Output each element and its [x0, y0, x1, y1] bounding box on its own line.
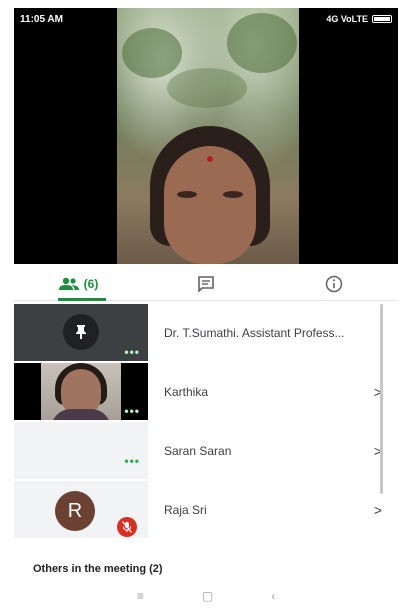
- info-icon: [325, 275, 343, 293]
- status-time: 11:05 AM: [20, 13, 63, 25]
- participant-row[interactable]: ••• Saran Saran >: [14, 422, 398, 479]
- battery-icon: [372, 15, 392, 23]
- participant-tile: •••: [14, 304, 148, 361]
- participant-row[interactable]: ••• Dr. T.Sumathi. Assistant Profess...: [14, 304, 398, 361]
- chat-icon: [198, 276, 214, 292]
- menu-icon[interactable]: ≡: [137, 589, 144, 603]
- home-icon[interactable]: ▢: [202, 589, 213, 603]
- participant-name: Saran Saran: [164, 443, 232, 458]
- more-options-icon[interactable]: •••: [124, 346, 140, 358]
- back-icon[interactable]: ‹: [271, 589, 275, 603]
- network-label: 4G VoLTE: [326, 14, 368, 24]
- main-video[interactable]: [14, 8, 398, 264]
- more-options-icon[interactable]: •••: [124, 455, 140, 467]
- tab-bar: (6): [14, 268, 398, 301]
- avatar: R: [55, 491, 95, 531]
- participant-video-thumbnail: [41, 363, 121, 420]
- others-heading: Others in the meeting (2): [33, 563, 163, 575]
- status-right: 4G VoLTE: [326, 14, 392, 24]
- tab-info[interactable]: [270, 268, 398, 300]
- participant-name: Raja Sri: [164, 502, 207, 517]
- pin-button[interactable]: [63, 314, 99, 350]
- participant-name: Karthika: [164, 384, 209, 399]
- pin-icon: [76, 325, 86, 339]
- participant-count: (6): [83, 277, 99, 291]
- system-nav-bar: ≡ ▢ ‹: [14, 585, 398, 607]
- tab-chat[interactable]: [142, 268, 270, 300]
- tab-people[interactable]: (6): [14, 268, 142, 301]
- scrollbar[interactable]: [380, 304, 383, 494]
- participant-name: Dr. T.Sumathi. Assistant Profess...: [164, 325, 345, 340]
- participant-tile: •••: [14, 363, 148, 420]
- speaker-video-feed: [117, 8, 299, 264]
- more-options-icon[interactable]: •••: [124, 405, 140, 417]
- status-bar: 11:05 AM 4G VoLTE: [14, 8, 398, 30]
- screen: 11:05 AM 4G VoLTE (6) ••• Dr. T.Sumathi.…: [0, 0, 406, 613]
- participant-tile: •••: [14, 422, 148, 479]
- mic-off-icon: [117, 517, 137, 537]
- participant-row[interactable]: ••• Karthika >: [14, 363, 398, 420]
- people-icon: [58, 277, 79, 290]
